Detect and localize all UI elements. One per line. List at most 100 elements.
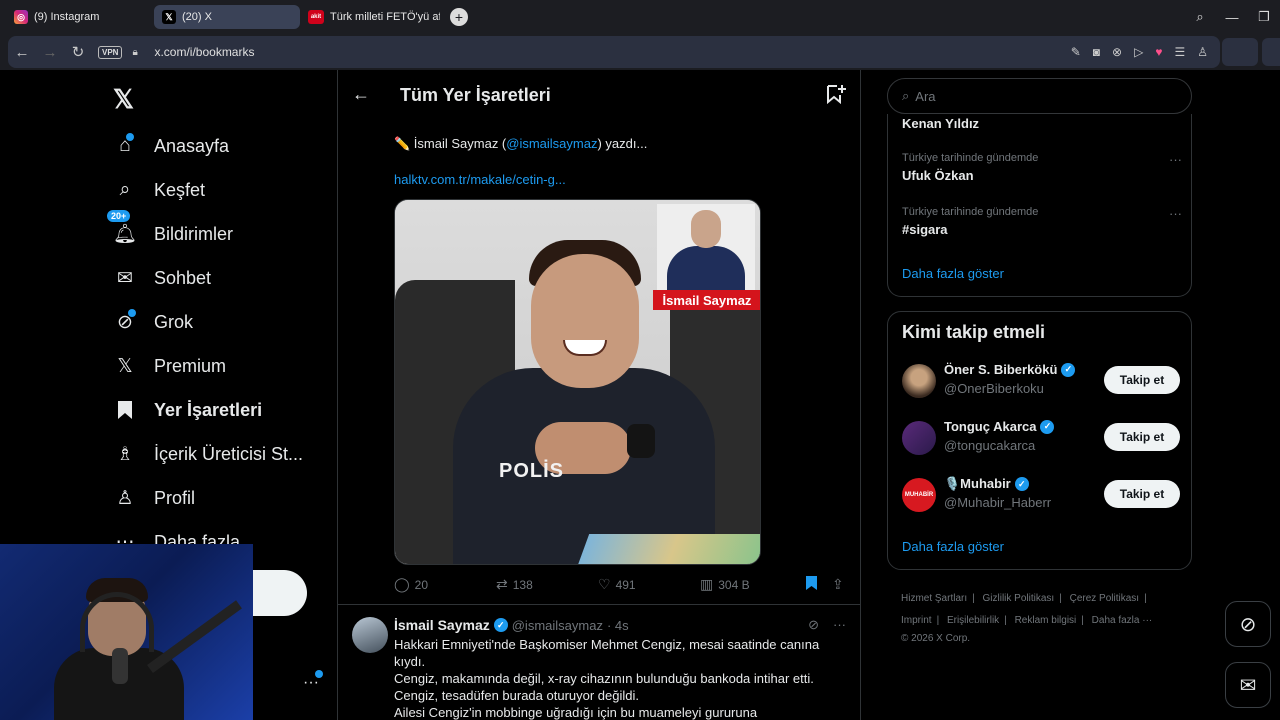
- follow-button[interactable]: Takip et: [1104, 366, 1180, 394]
- suggestion-name: 🎙️Muhabir ✓: [944, 476, 1029, 492]
- trends-panel: Kenan Yıldız Türkiye tarihinde gündemde …: [887, 114, 1192, 297]
- verified-icon: ✓: [1040, 419, 1055, 434]
- tab-x[interactable]: 𝕏 (20) X: [154, 5, 300, 29]
- webcam-mic-arm: [147, 600, 242, 674]
- footer-link-more[interactable]: Daha fazla ···: [1092, 615, 1153, 626]
- trend-item[interactable]: Türkiye tarihinde gündemde #sigara ···: [902, 206, 1182, 237]
- footer-link-accessibility[interactable]: Erişilebilirlik: [947, 615, 999, 626]
- reload-icon[interactable]: ↻: [64, 43, 92, 61]
- home-icon: ⌂: [112, 133, 138, 159]
- suggestion-name-text: Tonguç Akarca: [944, 419, 1037, 434]
- suggestion-row[interactable]: Tonguç Akarca ✓ @tongucakarca Takip et: [902, 419, 1180, 459]
- timeline-header: ← Tüm Yer İşaretleri: [338, 70, 860, 122]
- camera-icon[interactable]: ◙: [1093, 45, 1100, 59]
- shield-icon[interactable]: ⊗: [1112, 45, 1122, 59]
- avatar[interactable]: MUHABİR: [902, 478, 936, 512]
- mail-icon: ✉: [117, 267, 133, 289]
- nav-chat[interactable]: ✉ Sohbet: [112, 262, 211, 294]
- avatar[interactable]: [902, 421, 936, 455]
- user-icon: ♙: [116, 487, 134, 509]
- avatar[interactable]: [902, 364, 936, 398]
- follow-show-more-link[interactable]: Daha fazla göster: [902, 539, 1004, 554]
- nav-premium[interactable]: 𝕏 Premium: [112, 350, 226, 382]
- suggestion-name: Öner S. Biberkökü ✓: [944, 362, 1076, 377]
- more-options-icon[interactable]: ···: [833, 617, 846, 633]
- maximize-icon[interactable]: ❐: [1248, 9, 1280, 25]
- new-tab-button[interactable]: +: [450, 8, 468, 26]
- extensions-button[interactable]: [1222, 38, 1258, 66]
- bookmark-button[interactable]: [806, 576, 817, 590]
- list-icon[interactable]: ☰: [1174, 45, 1185, 59]
- back-arrow-icon[interactable]: ←: [352, 84, 370, 105]
- copyright: © 2026 X Corp.: [901, 633, 971, 644]
- trend-more-icon[interactable]: ···: [1169, 206, 1182, 221]
- nav-bookmarks[interactable]: Yer İşaretleri: [112, 394, 262, 426]
- nav-profile[interactable]: ♙ Profil: [112, 482, 195, 514]
- page-title: Tüm Yer İşaretleri: [400, 85, 551, 105]
- follow-button[interactable]: Takip et: [1104, 423, 1180, 451]
- trends-show-more-link[interactable]: Daha fazla göster: [902, 266, 1004, 281]
- search-tabs-icon[interactable]: ⌕: [1184, 9, 1216, 25]
- views-button[interactable]: ▥ 304 B: [700, 576, 750, 593]
- tab-instagram-label: (9) Instagram: [34, 11, 100, 23]
- grok-icon[interactable]: ⊘: [808, 617, 819, 633]
- messages-float-button[interactable]: ✉: [1225, 662, 1271, 708]
- sidebar-button[interactable]: [1262, 38, 1280, 66]
- article-link[interactable]: halktv.com.tr/makale/cetin-g...: [394, 172, 566, 187]
- url-field[interactable]: x.com/i/bookmarks: [154, 45, 254, 59]
- notifications-badge: 20+: [106, 209, 132, 223]
- send-icon[interactable]: ▷: [1134, 45, 1143, 59]
- account-icon[interactable]: ♙: [1197, 45, 1208, 59]
- nav-grok[interactable]: ⊘ Grok: [112, 306, 193, 338]
- nav-notifications[interactable]: 🔔︎ 20+ Bildirimler: [106, 209, 233, 250]
- grok-float-button[interactable]: ⊘: [1225, 601, 1271, 647]
- trend-item[interactable]: Türkiye tarihinde gündemde Ufuk Özkan ··…: [902, 152, 1182, 183]
- tweet-time[interactable]: · 4s: [607, 618, 629, 633]
- trend-more-icon[interactable]: ···: [1169, 152, 1182, 167]
- webcam-overlay: [0, 544, 253, 720]
- media-face: [531, 254, 639, 388]
- footer-link-cookies[interactable]: Çerez Politikası: [1070, 593, 1139, 604]
- nav-creator-studio[interactable]: ♗ İçerik Üreticisi St...: [112, 438, 303, 470]
- repost-button[interactable]: ⇄ 138: [496, 576, 533, 593]
- suggestion-row[interactable]: Öner S. Biberkökü ✓ @OnerBiberkoku Takip …: [902, 362, 1180, 402]
- nav-bookmarks-label: Yer İşaretleri: [154, 399, 263, 420]
- vpn-badge[interactable]: VPN: [98, 45, 123, 59]
- trend-name[interactable]: Kenan Yıldız: [902, 116, 979, 131]
- tab-instagram[interactable]: ◎ (9) Instagram: [6, 5, 154, 29]
- share-button[interactable]: ⇪: [832, 576, 844, 593]
- tweet-line: Ailesi Cengiz'in mobbinge uğradığı için …: [394, 705, 758, 720]
- edit-icon[interactable]: ✎: [1071, 45, 1081, 59]
- lock-icon[interactable]: 🔒︎: [132, 47, 142, 58]
- search-box[interactable]: ⌕ Ara: [887, 78, 1192, 114]
- like-button[interactable]: ♡ 491: [598, 576, 636, 593]
- bookmark-folder-add-icon[interactable]: [826, 84, 846, 109]
- footer-link-imprint[interactable]: Imprint: [901, 615, 932, 626]
- account-menu-icon[interactable]: ···: [303, 670, 323, 692]
- akit-icon: akit: [308, 10, 324, 24]
- x-home-logo-icon[interactable]: 𝕏: [113, 84, 134, 115]
- follow-button[interactable]: Takip et: [1104, 480, 1180, 508]
- search-input[interactable]: Ara: [915, 89, 935, 104]
- tweet-line: Cengiz, tesadüfen burada oturuyor değild…: [394, 688, 639, 703]
- footer-link-terms[interactable]: Hizmet Şartları: [901, 593, 967, 604]
- trend-name: #sigara: [902, 222, 948, 237]
- avatar[interactable]: [352, 617, 388, 653]
- minimize-icon[interactable]: —: [1216, 10, 1248, 25]
- tab-akit[interactable]: akit Türk milleti FETÖ'yü affede: [300, 5, 440, 29]
- mention-link[interactable]: @ismailsaymaz: [506, 136, 597, 151]
- media-watch: [627, 424, 655, 458]
- back-nav-icon[interactable]: ←: [8, 44, 36, 61]
- forward-nav-icon[interactable]: →: [36, 44, 64, 61]
- suggestion-row[interactable]: MUHABİR 🎙️Muhabir ✓ @Muhabir_Haberr Takip…: [902, 476, 1180, 516]
- browser-toolbar: ← → ↻ VPN 🔒︎ x.com/i/bookmarks ✎ ◙ ⊗ ▷ ♥…: [0, 34, 1280, 70]
- author-name[interactable]: İsmail Saymaz: [394, 617, 490, 633]
- footer-link-ads-info[interactable]: Reklam bilgisi: [1015, 615, 1077, 626]
- tweet-media-image[interactable]: POLİS İsmail Saymaz: [394, 199, 761, 565]
- nav-explore[interactable]: ⌕ Keşfet: [112, 174, 205, 206]
- author-handle[interactable]: @ismailsaymaz: [512, 618, 603, 633]
- heart-icon[interactable]: ♥: [1155, 45, 1162, 59]
- reply-button[interactable]: ◯ 20: [394, 576, 428, 593]
- footer-link-privacy[interactable]: Gizlilik Politikası: [983, 593, 1055, 604]
- nav-home[interactable]: ⌂ Anasayfa: [112, 130, 229, 162]
